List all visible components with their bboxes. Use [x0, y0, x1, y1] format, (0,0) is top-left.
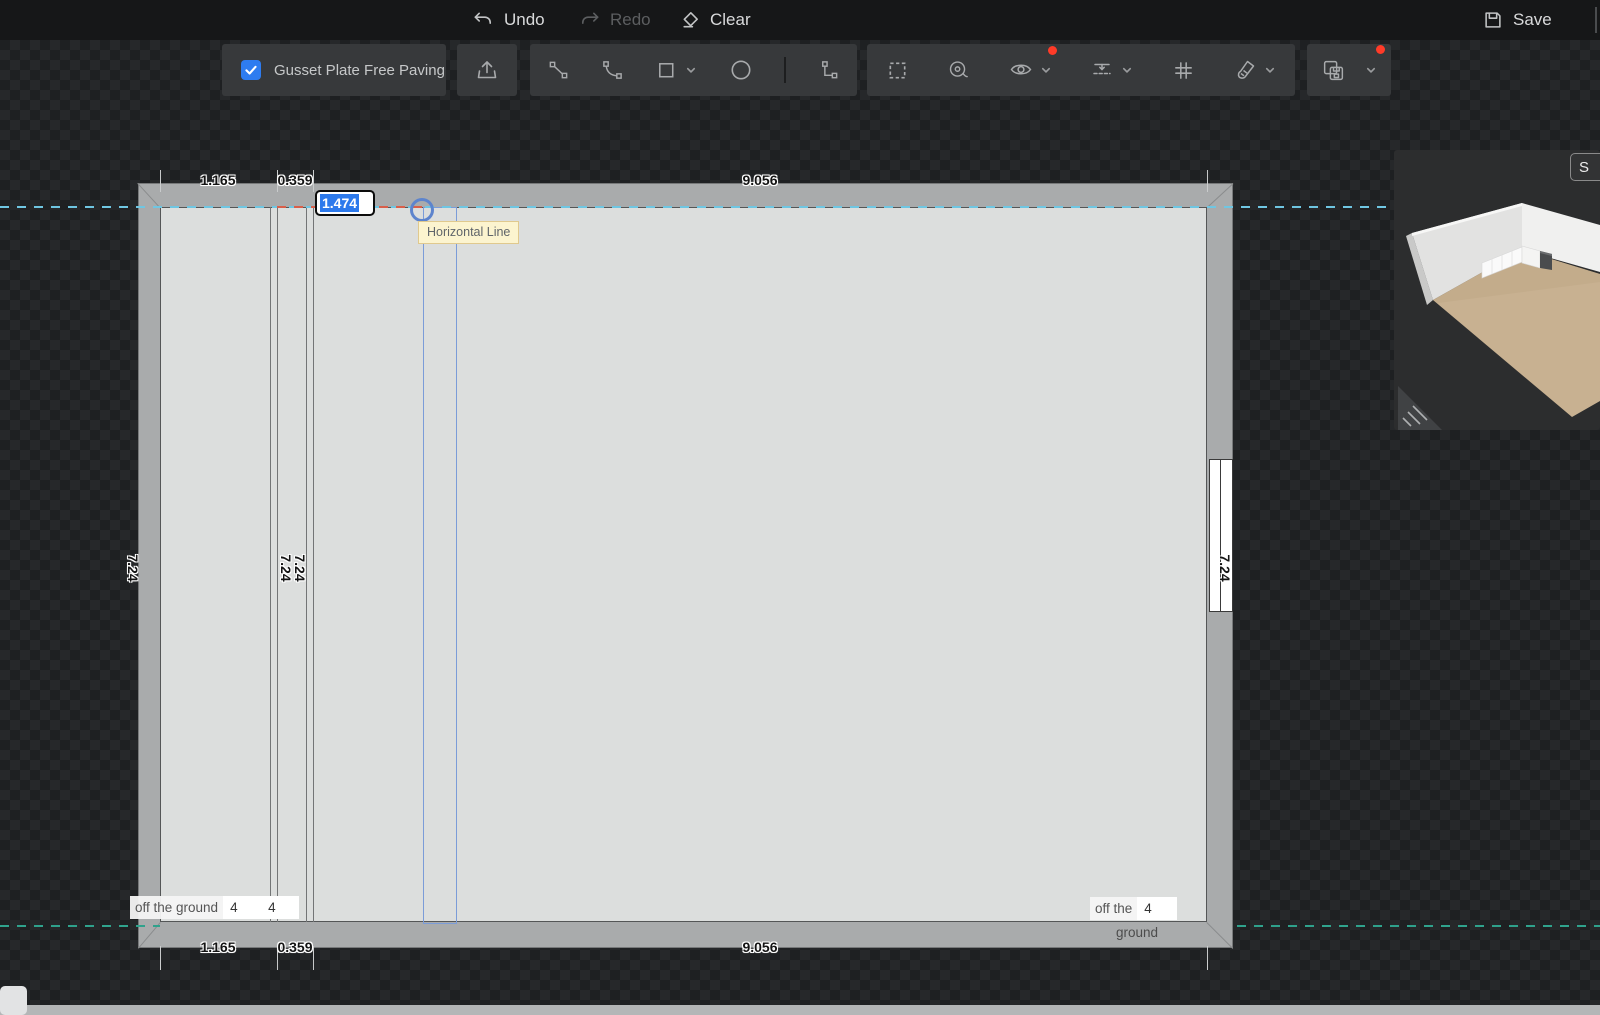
- dimension-tick: [1207, 946, 1208, 970]
- grid-icon: [1172, 59, 1195, 82]
- topbar: Undo Redo Clear Save: [0, 0, 1600, 40]
- preview-corner-button[interactable]: S: [1570, 153, 1600, 181]
- bottom-guide-line: [0, 925, 160, 927]
- clear-label: Clear: [710, 10, 751, 30]
- view-tools-panel: [867, 44, 1295, 96]
- dimension-tick: [160, 946, 161, 970]
- notification-dot: [1376, 45, 1385, 54]
- circle-tool-button[interactable]: [729, 58, 753, 82]
- partition-line[interactable]: [313, 207, 314, 922]
- gusset-label: Gusset Plate Free Paving: [274, 62, 445, 79]
- partition-line[interactable]: [270, 207, 271, 922]
- copy-save-icon: [1321, 58, 1346, 83]
- length-input[interactable]: 1.474: [315, 190, 375, 216]
- draw-tools-panel: [530, 44, 857, 96]
- save-icon: [1482, 9, 1504, 31]
- circle-tool-icon: [729, 58, 753, 82]
- canvas-corner-button[interactable]: [0, 986, 27, 1015]
- chevron-down-icon[interactable]: [1264, 65, 1276, 76]
- length-input-value: 1.474: [320, 194, 359, 212]
- dimension-tick: [1207, 170, 1208, 192]
- check-icon: [244, 63, 258, 77]
- redo-label: Redo: [610, 10, 651, 30]
- undo-label: Undo: [504, 10, 545, 30]
- chevron-down-icon[interactable]: [1121, 65, 1133, 76]
- grid-button[interactable]: [1172, 59, 1195, 82]
- gusset-checkbox[interactable]: [241, 60, 261, 80]
- marquee-select-button[interactable]: [886, 59, 909, 82]
- save-label: Save: [1513, 10, 1552, 30]
- off-ground-label-wrap: ground: [1116, 925, 1158, 940]
- off-ground-label: off the: [1090, 897, 1137, 920]
- upload-button[interactable]: [475, 58, 499, 82]
- line-tool-icon: [547, 59, 570, 82]
- undo-button[interactable]: Undo: [472, 0, 545, 40]
- polyline-tool-button[interactable]: [817, 59, 840, 82]
- brush-button[interactable]: [1233, 58, 1276, 82]
- align-ground-icon: [1090, 58, 1114, 82]
- chevron-down-icon[interactable]: [1365, 65, 1377, 76]
- tape-measure-icon: [947, 59, 970, 82]
- curve-tool-icon: [601, 59, 624, 82]
- copy-save-button[interactable]: [1321, 58, 1346, 83]
- horizontal-line-tooltip: Horizontal Line: [418, 221, 519, 244]
- dimension-label: 7.24: [1217, 528, 1233, 608]
- off-ground-label: off the ground: [130, 896, 223, 919]
- dimension-label: 0.359: [255, 939, 335, 955]
- horizontal-guide-line: [0, 206, 1394, 208]
- dimension-tick: [160, 170, 161, 192]
- toolbar-divider: [784, 57, 786, 83]
- selected-column[interactable]: [423, 207, 457, 924]
- upload-icon: [475, 58, 499, 82]
- horizontal-scrollbar[interactable]: [0, 1005, 1600, 1015]
- rectangle-tool-button[interactable]: [655, 59, 697, 82]
- upload-panel: [457, 44, 517, 96]
- line-tool-button[interactable]: [547, 59, 570, 82]
- dimension-label: 0.359: [255, 172, 335, 188]
- rectangle-tool-icon: [655, 59, 678, 82]
- eye-icon: [1009, 58, 1033, 82]
- eraser-icon: [678, 9, 701, 32]
- off-ground-widget-left: off the ground 4 4: [130, 896, 299, 919]
- redo-button[interactable]: Redo: [578, 0, 651, 40]
- off-ground-value-field[interactable]: 4: [223, 896, 261, 919]
- align-ground-button[interactable]: [1090, 58, 1133, 82]
- preview-resize-handle[interactable]: [1398, 386, 1438, 426]
- dimension-label: 1.165: [178, 172, 258, 188]
- dimension-label: 9.056: [720, 172, 800, 188]
- snap-point-marker: [410, 198, 434, 222]
- brush-icon: [1233, 58, 1257, 82]
- notification-dot: [1048, 46, 1057, 55]
- topbar-divider: [1595, 7, 1597, 33]
- bottom-guide-line: [1237, 925, 1600, 927]
- off-ground-value-field[interactable]: 4: [1137, 897, 1177, 920]
- redo-icon: [578, 9, 601, 32]
- curve-tool-button[interactable]: [601, 59, 624, 82]
- visibility-button[interactable]: [1009, 58, 1052, 82]
- room-floor[interactable]: [160, 207, 1207, 922]
- clear-button[interactable]: Clear: [678, 0, 751, 40]
- off-ground-widget-right: off the 4: [1090, 897, 1177, 920]
- gusset-panel: Gusset Plate Free Paving: [222, 44, 446, 96]
- dimension-label: 1.165: [178, 939, 258, 955]
- dimension-label: 7.24: [125, 528, 141, 608]
- tape-measure-button[interactable]: [947, 59, 970, 82]
- chevron-down-icon[interactable]: [685, 65, 697, 76]
- polyline-tool-icon: [817, 59, 840, 82]
- dimension-label: 9.056: [720, 939, 800, 955]
- save-button[interactable]: Save: [1482, 0, 1552, 40]
- 3d-preview-panel[interactable]: S: [1394, 150, 1600, 430]
- chevron-down-icon[interactable]: [1040, 65, 1052, 76]
- marquee-select-icon: [886, 59, 909, 82]
- off-ground-value-field[interactable]: 4: [261, 896, 299, 919]
- undo-icon: [472, 9, 495, 32]
- dimension-label: 7.24: [292, 528, 308, 608]
